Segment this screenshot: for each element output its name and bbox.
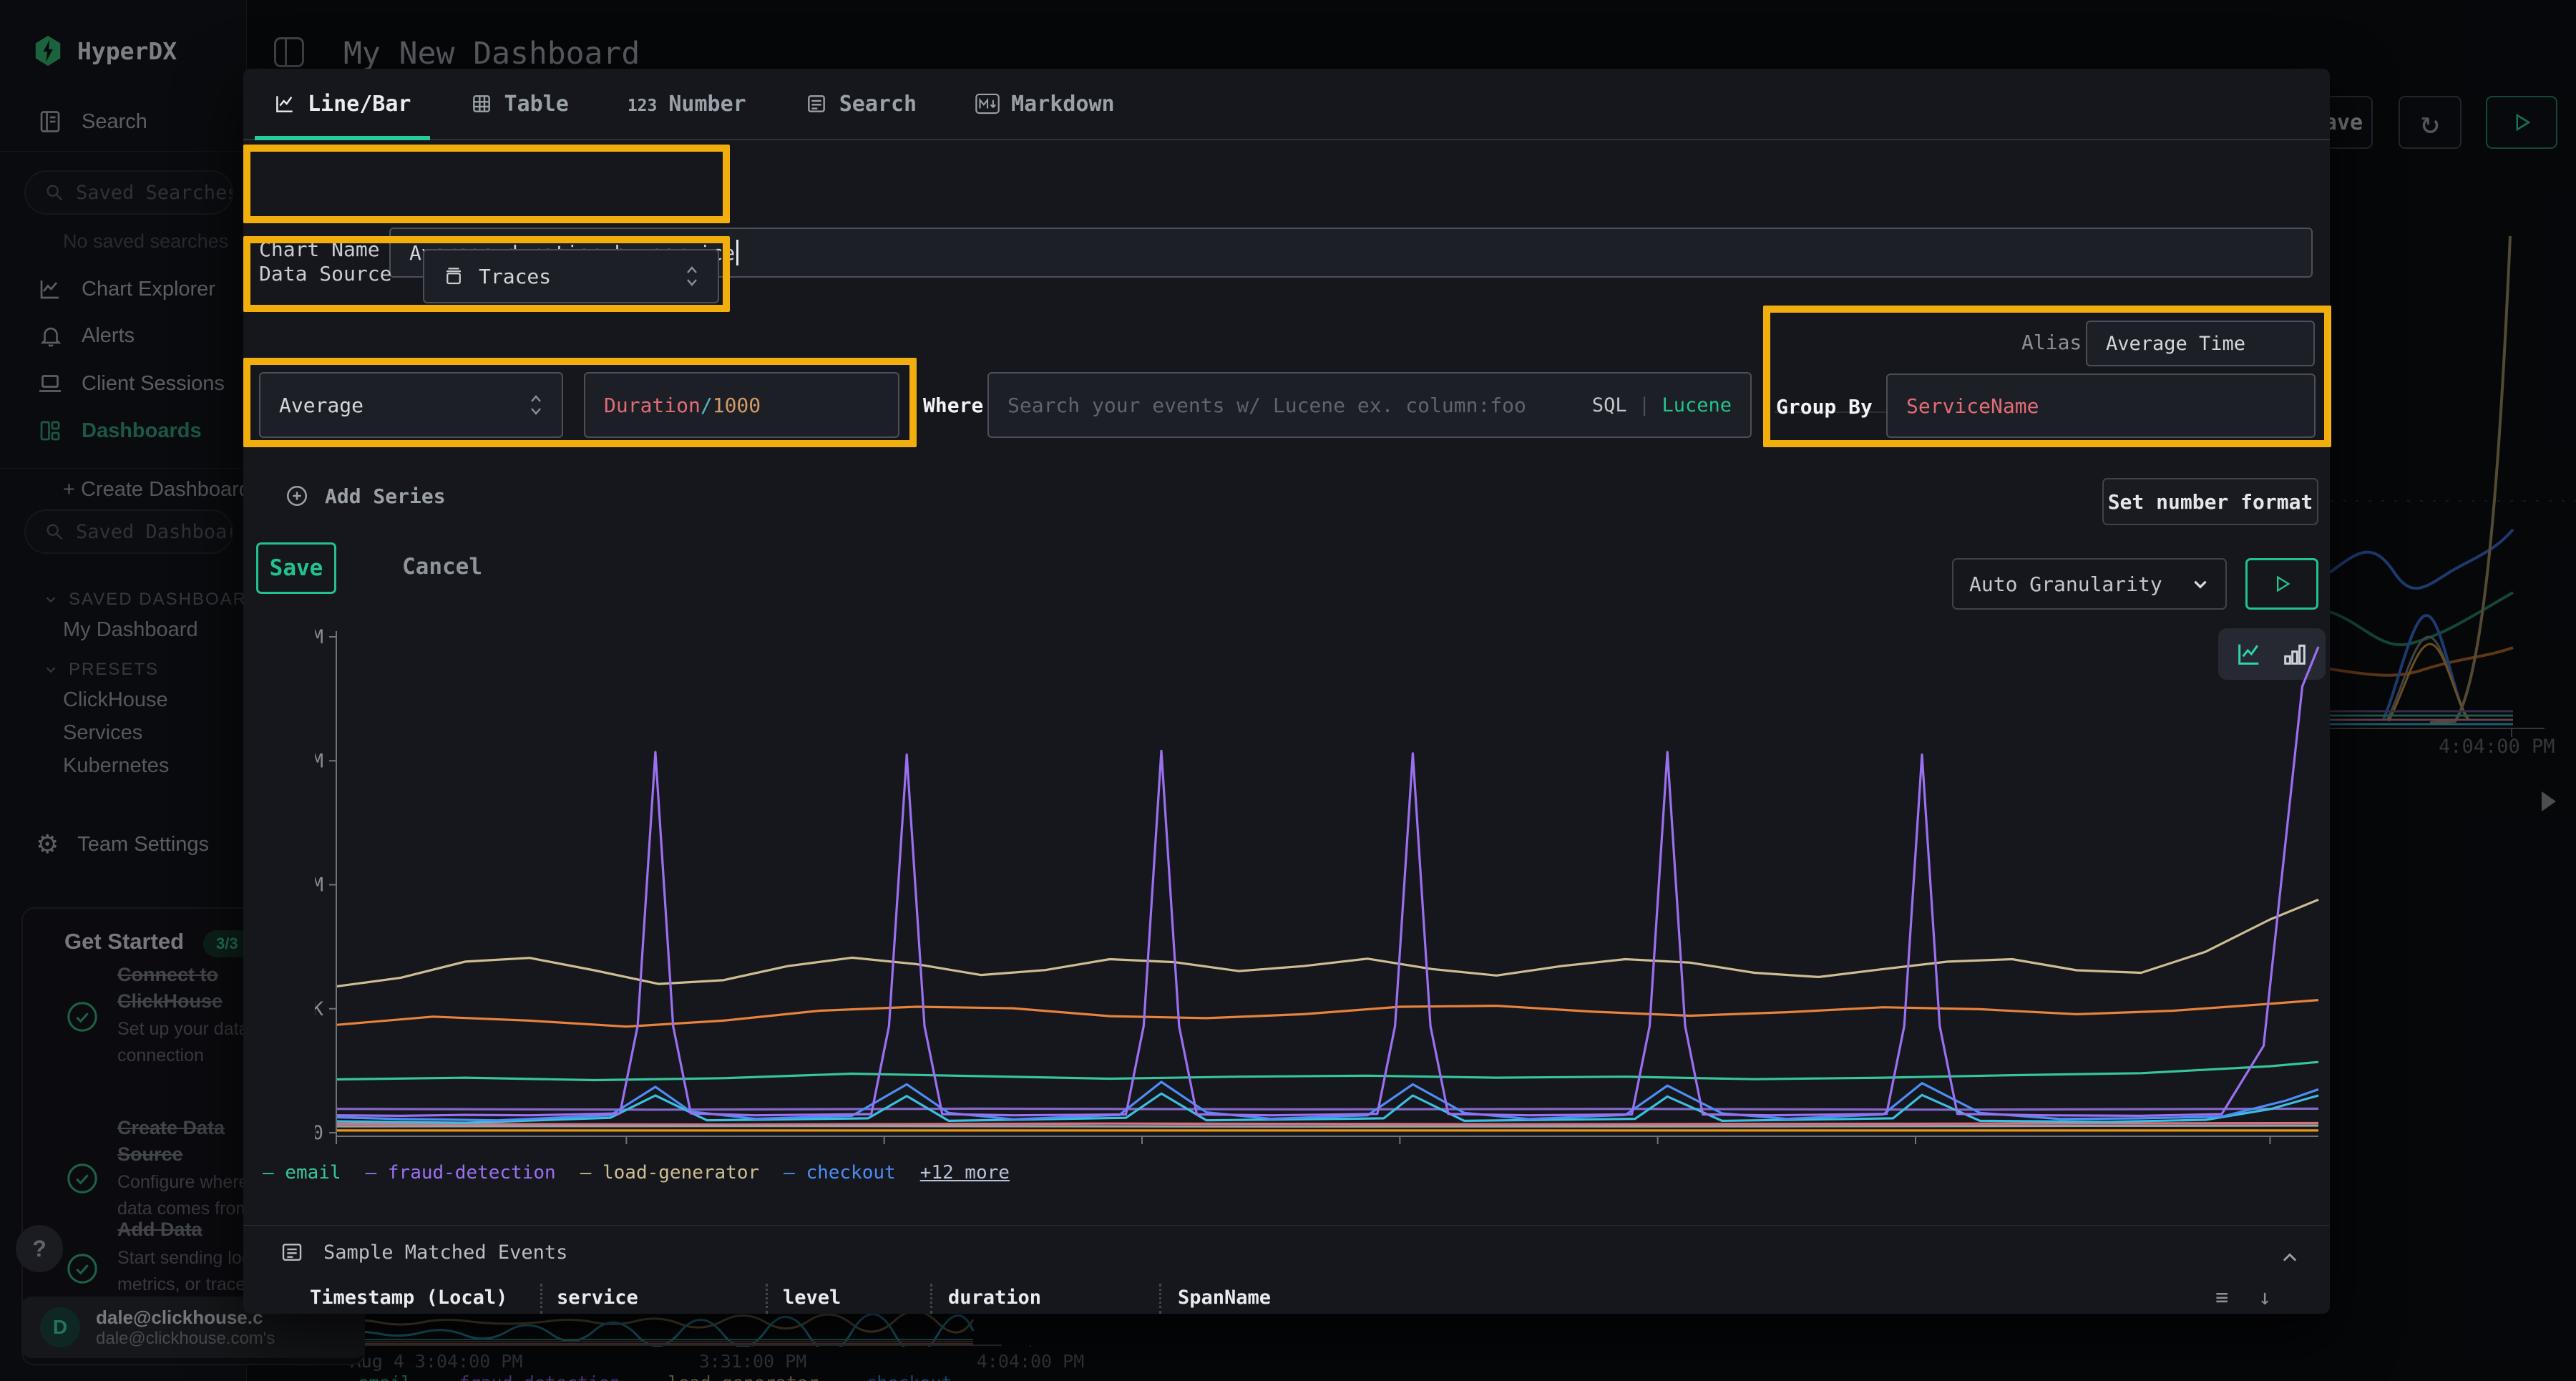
y-tick-label: 1M [315, 874, 323, 897]
save-button[interactable]: Save [256, 542, 336, 594]
legend-item-load-generator[interactable]: — load-generator [580, 1162, 759, 1184]
sql-toggle[interactable]: SQL [1592, 394, 1627, 416]
download-icon[interactable]: ↓ [2258, 1285, 2271, 1310]
y-tick-label: 0 [315, 1122, 323, 1144]
highlight-group-by [1763, 306, 2331, 447]
list-icon [280, 1241, 303, 1264]
sample-events-header[interactable]: Sample Matched Events [280, 1241, 567, 1264]
column-resize-handle[interactable] [540, 1284, 542, 1314]
play-icon [2272, 574, 2292, 594]
plus-circle-icon [285, 484, 309, 508]
column-resize-handle[interactable] [1159, 1284, 1161, 1314]
y-tick-label: 2M [315, 626, 323, 648]
line-chart-icon [273, 92, 296, 115]
x-tick-label: 3:29:00 PM [1084, 1150, 1201, 1152]
series-unnamed [336, 1000, 2318, 1027]
language-toggle[interactable]: SQL | Lucene [1592, 394, 1732, 416]
y-tick-label: 1.5M [315, 750, 323, 772]
where-placeholder: Search your events w/ Lucene ex. column:… [1008, 394, 1526, 417]
set-number-format-button[interactable]: Set number format [2102, 478, 2318, 525]
x-tick-label: 3:13:00 PM [568, 1150, 685, 1152]
column-header-duration: duration [948, 1287, 1041, 1309]
series-unnamed [336, 1093, 2318, 1123]
tab-markdown[interactable]: Markdown [971, 69, 1119, 139]
highlight-aggregation [243, 358, 917, 447]
series-load-generator [336, 899, 2318, 986]
chart-type-tabs: Line/Bar Table 123Number Search Markdown [243, 69, 2330, 140]
series-unnamed [336, 1108, 2318, 1109]
tab-table[interactable]: Table [466, 69, 573, 139]
legend-more-link[interactable]: +12 more [920, 1162, 1010, 1184]
x-tick-label: 4:04:00 PM [2212, 1150, 2326, 1152]
x-tick-label: 3:53:00 PM [1858, 1150, 1974, 1152]
chart-canvas[interactable]: 0 500K 1M 1.5M 2M Aug 4 3:04:00 PM 3:13:00 PM 3… [315, 623, 2326, 1152]
list-icon [805, 92, 828, 115]
y-tick-label: 500K [315, 998, 324, 1020]
sort-icon[interactable]: ≡ [2215, 1285, 2228, 1310]
divider [243, 1225, 2330, 1226]
highlight-chart-name [243, 145, 730, 223]
markdown-icon [975, 93, 1000, 114]
series-fraud-detection [336, 647, 2318, 1116]
where-label: Where [923, 394, 983, 417]
column-resize-handle[interactable] [930, 1284, 932, 1314]
tab-number[interactable]: 123Number [623, 69, 751, 139]
x-tick-label: 3:37:00 PM [1342, 1150, 1458, 1152]
x-tick-label: 3:45:00 PM [1599, 1150, 1716, 1152]
123-icon: 123 [628, 92, 658, 117]
add-series-button[interactable]: Add Series [285, 484, 446, 508]
column-header-service: service [557, 1287, 638, 1309]
legend-item-fraud-detection[interactable]: — fraud-detection [366, 1162, 556, 1184]
cancel-button[interactable]: Cancel [402, 554, 482, 580]
lucene-toggle[interactable]: Lucene [1662, 394, 1732, 416]
highlight-data-source [243, 236, 730, 312]
x-tick-label: 3:21:00 PM [826, 1150, 942, 1152]
column-header-level: level [783, 1287, 841, 1309]
legend-item-checkout[interactable]: — checkout [784, 1162, 896, 1184]
chevron-up-icon[interactable] [2280, 1248, 2300, 1268]
tab-line-bar[interactable]: Line/Bar [269, 69, 416, 139]
granularity-select[interactable]: Auto Granularity [1952, 558, 2227, 610]
chevron-down-icon [2191, 575, 2210, 593]
column-resize-handle[interactable] [766, 1284, 768, 1314]
where-search-input[interactable]: Search your events w/ Lucene ex. column:… [987, 372, 1752, 438]
legend-item-email[interactable]: — email [263, 1162, 341, 1184]
series-unnamed [336, 1123, 2318, 1125]
chart-legend: — email — fraud-detection — load-generator… [263, 1162, 1010, 1184]
x-tick-label: Aug 4 3:04:00 PM [316, 1150, 502, 1152]
text-cursor [736, 240, 738, 265]
column-header-timestamp-local-: Timestamp (Local) [310, 1287, 507, 1309]
column-header-spanname: SpanName [1178, 1287, 1271, 1309]
tab-search[interactable]: Search [801, 69, 921, 139]
series-email [336, 1062, 2318, 1080]
run-query-button[interactable] [2245, 558, 2318, 610]
table-icon [470, 92, 493, 115]
